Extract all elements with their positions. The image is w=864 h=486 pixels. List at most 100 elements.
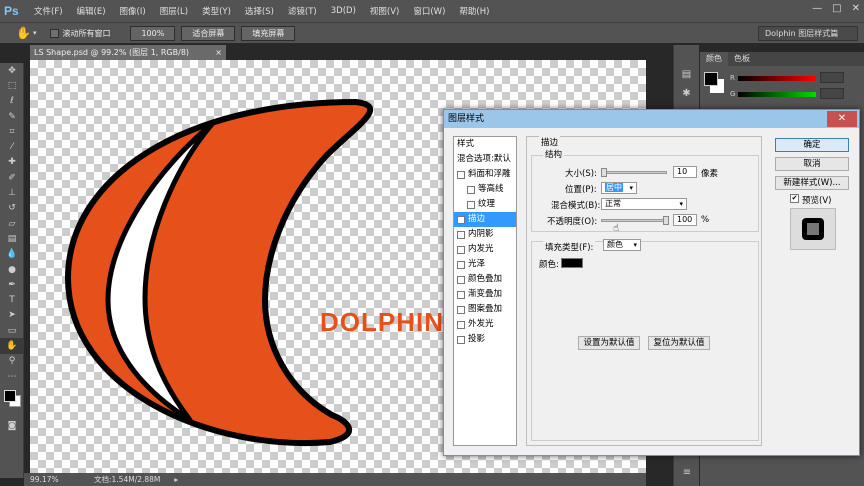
zoom-level[interactable]: 99.17% [30, 475, 70, 484]
effect-checkbox[interactable] [467, 185, 475, 194]
dodge-tool-icon[interactable]: ● [0, 262, 24, 277]
effect-item[interactable]: 外发光 [454, 317, 516, 332]
blend-mode-select[interactable]: 正常 ▾ [601, 198, 687, 210]
close-icon[interactable]: ✕ [852, 3, 860, 14]
effect-checkbox[interactable]: ✔ [457, 215, 465, 224]
reset-default-button[interactable]: 复位为默认值 [648, 336, 710, 350]
menu-edit[interactable]: 编辑(E) [77, 5, 106, 17]
history-brush-tool-icon[interactable]: ↺ [0, 201, 24, 216]
effect-checkbox[interactable] [457, 260, 465, 269]
maximize-icon[interactable]: □ [832, 3, 841, 14]
menu-layer[interactable]: 图层(L) [160, 5, 188, 17]
hand-tool-icon[interactable]: ✋ [0, 338, 24, 354]
fill-screen-button[interactable]: 填充屏幕 [241, 25, 296, 41]
effect-item[interactable]: 等高线 [454, 182, 516, 197]
eyedropper-tool-icon[interactable]: ⁄ [0, 139, 24, 154]
clone-stamp-tool-icon[interactable]: ⊥ [0, 185, 24, 200]
properties-panel-icon[interactable]: ✱ [674, 88, 699, 99]
effect-checkbox[interactable] [457, 275, 465, 284]
effect-item[interactable]: 图案叠加 [454, 302, 516, 317]
scroll-all-checkbox[interactable] [50, 28, 60, 38]
effect-checkbox[interactable] [457, 245, 465, 254]
color-swatches[interactable] [0, 388, 23, 418]
r-slider[interactable] [738, 76, 816, 81]
gradient-tool-icon[interactable]: ▤ [0, 231, 24, 246]
menu-filter[interactable]: 滤镜(T) [288, 5, 317, 17]
size-slider-knob[interactable] [601, 168, 607, 177]
set-default-button[interactable]: 设置为默认值 [578, 336, 640, 350]
r-value-field[interactable] [820, 72, 844, 83]
menu-3d[interactable]: 3D(D) [331, 6, 356, 16]
effect-checkbox[interactable] [457, 320, 465, 329]
size-input[interactable]: 10 [673, 166, 697, 178]
effect-checkbox[interactable] [457, 305, 465, 314]
effect-item[interactable]: 内发光 [454, 242, 516, 257]
quick-mask-icon[interactable]: ◙ [0, 418, 24, 433]
menu-type[interactable]: 类型(Y) [202, 5, 231, 17]
brush-tool-icon[interactable]: ✐ [0, 170, 24, 185]
effect-item[interactable]: 纹理 [454, 197, 516, 212]
effect-checkbox[interactable] [457, 230, 465, 239]
dialog-close-button[interactable]: ✕ [827, 111, 857, 127]
zoom-tool-icon[interactable]: ⚲ [0, 354, 24, 369]
effect-checkbox[interactable] [467, 200, 475, 209]
effect-item[interactable]: 光泽 [454, 257, 516, 272]
size-slider[interactable] [601, 171, 667, 174]
g-slider[interactable] [738, 92, 816, 97]
tab-swatches[interactable]: 色板 [728, 52, 756, 66]
pen-tool-icon[interactable]: ✒ [0, 277, 24, 292]
blur-tool-icon[interactable]: 💧 [0, 247, 24, 262]
opacity-input[interactable]: 100 [673, 214, 697, 226]
tool-preset-arrow-icon[interactable]: ▾ [33, 29, 37, 37]
preview-checkbox[interactable]: ✔ [790, 194, 799, 203]
menu-view[interactable]: 视图(V) [370, 5, 399, 17]
type-tool-icon[interactable]: T [0, 292, 24, 307]
crop-tool-icon[interactable]: ⌗ [0, 124, 24, 139]
document-tab[interactable]: LS Shape.psd @ 99.2% (图层 1, RGB/8) × [30, 45, 226, 60]
history-panel-icon[interactable]: ▤ [674, 69, 699, 80]
menu-select[interactable]: 选择(S) [245, 5, 274, 17]
effect-checkbox[interactable] [457, 170, 465, 179]
menu-help[interactable]: 帮助(H) [459, 5, 489, 17]
menu-file[interactable]: 文件(F) [34, 5, 63, 17]
stroke-color-swatch[interactable] [561, 258, 583, 268]
path-selection-tool-icon[interactable]: ➤ [0, 308, 24, 323]
move-tool-icon[interactable]: ✥ [0, 63, 24, 78]
more-tools-icon[interactable]: ⋯ [0, 369, 24, 384]
new-style-button[interactable]: 新建样式(W)... [775, 176, 849, 190]
eraser-tool-icon[interactable]: ▱ [0, 216, 24, 231]
effect-checkbox[interactable] [457, 335, 465, 344]
fit-screen-button[interactable]: 适合屏幕 [181, 25, 236, 41]
healing-brush-tool-icon[interactable]: ✚ [0, 155, 24, 170]
menu-image[interactable]: 图像(I) [120, 5, 146, 17]
foreground-color-swatch[interactable] [4, 390, 16, 403]
hand-tool-icon[interactable]: ✋ [16, 26, 31, 40]
panel-foreground-swatch[interactable] [704, 72, 718, 86]
effect-item[interactable]: 颜色叠加 [454, 272, 516, 287]
position-select[interactable]: 居中 ▾ [601, 182, 637, 194]
fill-type-select[interactable]: 颜色 ▾ [603, 239, 641, 251]
menu-window[interactable]: 窗口(W) [413, 5, 445, 17]
quick-select-tool-icon[interactable]: ✎ [0, 109, 24, 124]
effect-item[interactable]: 内阴影 [454, 227, 516, 242]
layers-panel-icon[interactable]: ≡ [674, 467, 700, 478]
status-arrow-icon[interactable]: ▸ [174, 475, 178, 484]
effect-item[interactable]: 斜面和浮雕 [454, 167, 516, 182]
ok-button[interactable]: 确定 [775, 138, 849, 152]
minimize-icon[interactable]: — [812, 3, 822, 14]
blend-options-item[interactable]: 混合选项:默认 [454, 152, 516, 167]
cancel-button[interactable]: 取消 [775, 157, 849, 171]
opacity-slider[interactable] [601, 219, 667, 222]
tab-color[interactable]: 颜色 [700, 52, 728, 66]
opacity-slider-knob[interactable] [663, 216, 669, 225]
marquee-tool-icon[interactable]: ⬚ [0, 78, 24, 93]
tab-close-icon[interactable]: × [215, 45, 222, 60]
lasso-tool-icon[interactable]: ℓ [0, 94, 24, 109]
effect-item[interactable]: ✔ 描边 [454, 212, 516, 227]
effect-checkbox[interactable] [457, 290, 465, 299]
workspace-select[interactable]: Dolphin 图层样式篇 [758, 26, 858, 41]
shape-tool-icon[interactable]: ▭ [0, 323, 24, 338]
g-value-field[interactable] [820, 88, 844, 99]
zoom-100-button[interactable]: 100% [130, 25, 176, 41]
effect-item[interactable]: 渐变叠加 [454, 287, 516, 302]
